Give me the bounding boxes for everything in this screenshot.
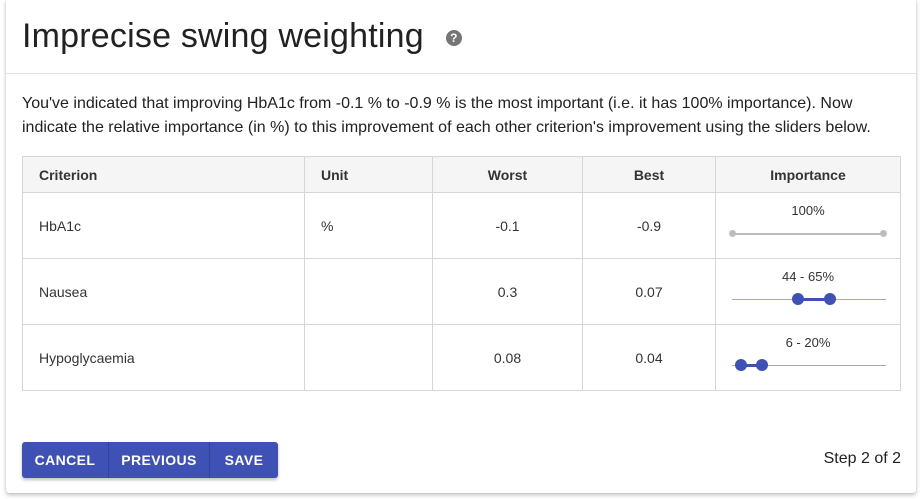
worst-cell: 0.3 xyxy=(432,258,583,325)
table-header-row: Criterion Unit Worst Best Importance xyxy=(22,156,901,193)
table-row: Nausea 0.3 0.07 44 - 65% xyxy=(22,258,901,325)
slider-endpoint xyxy=(880,230,887,237)
cancel-button[interactable]: CANCEL xyxy=(22,442,109,478)
header-best: Best xyxy=(582,156,716,193)
worst-cell: 0.08 xyxy=(432,324,583,391)
unit-cell: % xyxy=(304,192,433,259)
slider-max-handle[interactable] xyxy=(824,293,837,305)
header-importance: Importance xyxy=(715,156,901,193)
best-cell: 0.04 xyxy=(582,324,716,391)
importance-slider[interactable]: 44 - 65% xyxy=(716,259,900,324)
header-unit: Unit xyxy=(304,156,433,193)
table-row: Hypoglycaemia 0.08 0.04 6 - 20% xyxy=(22,324,901,391)
header-worst: Worst xyxy=(432,156,583,193)
importance-cell: 44 - 65% xyxy=(715,258,901,325)
title-row: Imprecise swing weighting ? xyxy=(22,14,462,58)
importance-value-label: 44 - 65% xyxy=(781,269,835,284)
help-question-icon[interactable]: ? xyxy=(445,30,462,46)
importance-value-label: 100% xyxy=(791,203,825,218)
importance-slider[interactable]: 6 - 20% xyxy=(716,325,900,390)
slider-min-handle[interactable] xyxy=(792,293,805,305)
importance-cell: 6 - 20% xyxy=(715,324,901,391)
slider-min-handle[interactable] xyxy=(735,359,748,371)
swing-weighting-dialog: Imprecise swing weighting ? You've indic… xyxy=(6,0,916,493)
title-divider xyxy=(6,73,916,74)
criterion-cell: Nausea xyxy=(22,258,305,325)
best-cell: -0.9 xyxy=(582,192,716,259)
action-button-group: CANCEL PREVIOUS SAVE xyxy=(22,442,278,478)
step-indicator: Step 2 of 2 xyxy=(823,450,901,467)
previous-button[interactable]: PREVIOUS xyxy=(109,442,210,478)
unit-cell xyxy=(304,258,433,325)
importance-slider: 100% xyxy=(716,193,900,258)
unit-cell xyxy=(304,324,433,391)
table-row: HbA1c% -0.1 -0.9 100% xyxy=(22,192,901,259)
best-cell: 0.07 xyxy=(582,258,716,325)
slider-track xyxy=(732,233,886,235)
save-button[interactable]: SAVE xyxy=(210,442,278,478)
worst-cell: -0.1 xyxy=(432,192,583,259)
importance-value-label: 6 - 20% xyxy=(785,335,831,350)
importance-cell: 100% xyxy=(715,192,901,259)
dialog-title: Imprecise swing weighting xyxy=(22,16,424,55)
header-criterion: Criterion xyxy=(22,156,305,193)
criterion-cell: HbA1c xyxy=(22,192,305,259)
criterion-cell: Hypoglycaemia xyxy=(22,324,305,391)
instructions-text: You've indicated that improving HbA1c fr… xyxy=(22,95,871,136)
slider-max-handle[interactable] xyxy=(756,359,769,371)
slider-endpoint xyxy=(729,230,736,237)
criteria-table: Criterion Unit Worst Best Importance HbA… xyxy=(22,156,901,391)
